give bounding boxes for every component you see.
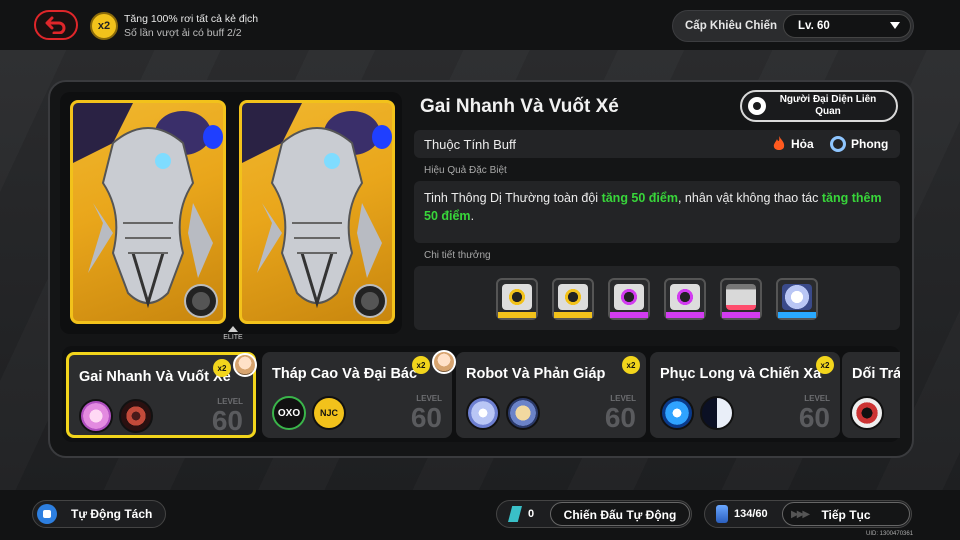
wind-icon <box>830 136 846 152</box>
enemy-mark-icon <box>850 396 884 430</box>
reward-item[interactable] <box>664 278 706 320</box>
level-value: 60 <box>604 402 636 433</box>
enemy-card[interactable] <box>239 100 395 324</box>
rarity-bar <box>722 312 760 318</box>
rarity-bar <box>498 312 536 318</box>
attribute-fire-label: Hỏa <box>791 137 814 151</box>
challenge-card-gai-nhanh[interactable]: Gai Nhanh Và Vuốt Xé x2 LEVEL 60 <box>66 352 257 438</box>
challenge-title: Gai Nhanh Và Vuốt Xé <box>420 96 619 117</box>
challenge-level-control: Cấp Khiêu Chiến Lv. 60 <box>672 10 914 42</box>
challenge-name: Dối Trá <box>852 366 900 382</box>
disk-drive-icon <box>502 284 532 310</box>
representative-label: Người Đại Diện Liên Quan <box>779 94 877 117</box>
star-material-icon <box>782 284 812 310</box>
back-button[interactable] <box>34 10 78 40</box>
disk-drive-icon <box>558 284 588 310</box>
challenge-name: Tháp Cao Và Đại Bác <box>272 366 418 382</box>
mech-boss-portrait <box>242 103 392 318</box>
reward-item[interactable] <box>552 278 594 320</box>
challenge-card-doi-tra[interactable]: Dối Trá <box>842 352 900 438</box>
continue-button[interactable]: ▶▶▶ Tiếp Tục <box>782 502 910 526</box>
mech-boss-portrait <box>73 103 223 318</box>
reward-item[interactable] <box>496 278 538 320</box>
challenge-name: Robot Và Phản Giáp <box>466 366 606 382</box>
multiplier-badge: x2 <box>816 356 834 374</box>
agent-icon <box>748 97 766 115</box>
enemy-mark-icon <box>506 396 540 430</box>
njc-mark-icon: NJC <box>312 396 346 430</box>
auto-separate-toggle[interactable]: Tự Động Tách <box>32 500 166 528</box>
enemy-mark-icon <box>700 396 734 430</box>
reward-item[interactable] <box>776 278 818 320</box>
level-value: 60 <box>410 402 442 433</box>
special-effect-text: Tinh Thông Dị Thường toàn đội tăng 50 đi… <box>424 191 882 223</box>
agent-avatar <box>233 353 257 377</box>
reward-label: Chi tiết thưởng <box>424 250 491 261</box>
drop-buff-badge: x2 <box>90 12 118 40</box>
challenge-card-phuc-long[interactable]: Phục Long và Chiến Xa x2 LEVEL 60 <box>650 352 840 438</box>
continue-label: Tiếp Tục <box>821 508 871 522</box>
attribute-label: Thuộc Tính Buff <box>424 137 517 152</box>
return-arrow-icon <box>45 16 66 34</box>
level-value: 60 <box>211 405 243 436</box>
agent-avatar <box>432 350 456 374</box>
attribute-wind: Phong <box>830 136 888 152</box>
multiplier-badge: x2 <box>412 356 430 374</box>
rarity-bar <box>610 312 648 318</box>
reward-item[interactable] <box>720 278 762 320</box>
battery-icon <box>726 284 756 310</box>
oxo-mark-icon: OXO <box>272 396 306 430</box>
enemy-mark-icon <box>660 396 694 430</box>
buff-remaining: Số lần vượt ải có buff 2/2 <box>124 27 242 39</box>
multiplier-badge: x2 <box>213 359 231 377</box>
auto-separate-label: Tự Động Tách <box>71 507 153 521</box>
level-value: 60 <box>798 402 830 433</box>
reward-item[interactable] <box>608 278 650 320</box>
challenge-level-label: Cấp Khiêu Chiến <box>685 20 778 32</box>
representative-button[interactable]: Người Đại Diện Liên Quan <box>740 90 898 122</box>
enemy-card[interactable] <box>70 100 226 324</box>
challenge-level-dropdown[interactable]: Lv. 60 <box>783 14 911 38</box>
stamina-count: 134/60 <box>734 508 768 520</box>
chevron-down-icon <box>890 22 900 29</box>
buff-description: Tăng 100% rơi tất cả kẻ địch <box>124 13 259 25</box>
special-effect-label: Hiệu Quả Đặc Biệt <box>424 165 507 176</box>
rarity-bar <box>666 312 704 318</box>
uid-label: UID: 1300470361 <box>866 531 914 537</box>
challenge-card-robot[interactable]: Robot Và Phản Giáp x2 LEVEL 60 <box>456 352 646 438</box>
rewards-box <box>414 266 900 330</box>
challenge-level-value: Lv. 60 <box>798 20 830 32</box>
rarity-bar <box>778 312 816 318</box>
disk-drive-icon <box>670 284 700 310</box>
multiplier-badge: x2 <box>622 356 640 374</box>
rarity-bar <box>554 312 592 318</box>
challenge-name: Phục Long và Chiến Xa <box>660 366 822 382</box>
attribute-wind-label: Phong <box>851 137 889 151</box>
buff-attribute-row: Thuộc Tính Buff <box>414 130 900 158</box>
disk-drive-icon <box>614 284 644 310</box>
chevrons-right-icon: ▶▶▶ <box>791 509 810 520</box>
elite-tag: ELITE <box>216 326 250 344</box>
enemy-mark-icon <box>119 399 153 433</box>
enemy-mark-icon <box>466 396 500 430</box>
ticket-count: 0 <box>528 508 535 520</box>
challenge-card-thap-cao[interactable]: Tháp Cao Và Đại Bác x2 OXO NJC LEVEL 60 <box>262 350 456 438</box>
auto-fight-button[interactable]: Chiến Đấu Tự Động <box>550 502 690 526</box>
fire-icon <box>773 136 785 150</box>
attribute-fire: Hỏa <box>772 136 814 152</box>
enemy-mark-icon <box>79 399 113 433</box>
battery-icon <box>716 505 728 523</box>
challenge-name: Gai Nhanh Và Vuốt Xé <box>79 369 231 385</box>
special-effect-box: Tinh Thông Dị Thường toàn đội tăng 50 đi… <box>414 181 900 243</box>
auto-separate-icon <box>37 504 57 524</box>
